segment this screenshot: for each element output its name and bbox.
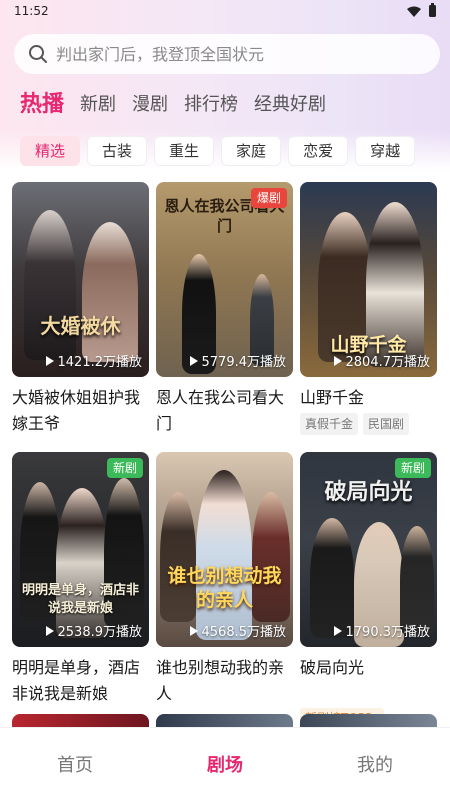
status-bar: 11:52	[0, 0, 450, 22]
poster-art-title: 大婚被休	[40, 314, 121, 338]
play-icon	[189, 355, 198, 366]
poster-figure	[400, 526, 434, 636]
status-time: 11:52	[14, 4, 49, 18]
play-icon	[45, 355, 54, 366]
new-badge: 新剧	[106, 458, 143, 478]
drama-tag: 真假千金	[300, 413, 359, 435]
nav-home[interactable]: 首页	[25, 751, 125, 777]
nav-theater[interactable]: 剧场	[175, 751, 275, 777]
drama-title[interactable]: 谁也别想动我的亲人	[156, 655, 293, 707]
drama-poster[interactable]: 大婚被休 1421.2万播放	[12, 182, 149, 377]
status-icons	[407, 3, 436, 17]
play-count: 5779.4万播放	[189, 351, 287, 370]
drama-card[interactable]: 山野千金 2804.7万播放 山野千金 真假千金 民国剧	[300, 182, 437, 437]
play-icon	[333, 355, 342, 366]
drama-title[interactable]: 破局向光	[300, 655, 437, 707]
poster-art-title: 破局向光	[324, 479, 413, 505]
play-icon	[189, 625, 198, 636]
search-input[interactable]	[56, 44, 440, 64]
tab-hot[interactable]: 热播	[20, 90, 64, 120]
play-count: 1421.2万播放	[45, 351, 143, 370]
play-count: 2804.7万播放	[333, 351, 431, 370]
play-count-text: 2538.9万播放	[57, 625, 143, 640]
poster-art-title: 谁也别想动我的亲人	[167, 565, 282, 611]
tab-classics[interactable]: 经典好剧	[254, 90, 326, 120]
play-count: 4568.5万播放	[189, 621, 287, 640]
drama-card[interactable]: 明明是单身，酒店非说我是新娘 新剧 2538.9万播放 明明是单身，酒店非说我是…	[12, 452, 149, 728]
tab-ranking[interactable]: 排行榜	[184, 90, 238, 120]
chip-romance[interactable]: 恋爱	[288, 136, 349, 166]
drama-poster[interactable]: 破局向光 新剧 1790.3万播放	[300, 452, 437, 647]
drama-title[interactable]: 明明是单身，酒店非说我是新娘	[12, 655, 149, 707]
drama-card[interactable]: 恩人在我公司看大门 爆剧 5779.4万播放 恩人在我公司看大门	[156, 182, 293, 437]
poster-figure	[310, 518, 354, 638]
drama-title[interactable]: 大婚被休姐姐护我嫁王爷	[12, 385, 149, 437]
drama-card[interactable]: 大婚被休 1421.2万播放 大婚被休姐姐护我嫁王爷	[12, 182, 149, 437]
drama-poster[interactable]: 明明是单身，酒店非说我是新娘 新剧 2538.9万播放	[12, 452, 149, 647]
tab-comic[interactable]: 漫剧	[132, 90, 168, 120]
drama-title[interactable]: 恩人在我公司看大门	[156, 385, 293, 437]
drama-grid: 大婚被休 1421.2万播放 大婚被休姐姐护我嫁王爷 恩人在我公司看大门 爆剧 …	[12, 182, 438, 728]
wifi-icon	[407, 6, 421, 17]
category-chips: 精选 古装 重生 家庭 恋爱 穿越	[20, 136, 450, 166]
chip-family[interactable]: 家庭	[221, 136, 282, 166]
play-count: 1790.3万播放	[333, 621, 431, 640]
play-count-text: 1790.3万播放	[345, 625, 431, 640]
play-count: 2538.9万播放	[45, 621, 143, 640]
poster-figure	[196, 470, 252, 640]
chip-costume[interactable]: 古装	[87, 136, 148, 166]
bottom-navigation: 首页 剧场 我的	[0, 727, 450, 800]
play-count-text: 4568.5万播放	[201, 625, 287, 640]
poster-figure	[82, 222, 138, 362]
drama-poster[interactable]: 谁也别想动我的亲人 4568.5万播放	[156, 452, 293, 647]
chip-featured[interactable]: 精选	[20, 136, 81, 166]
chip-time-travel[interactable]: 穿越	[355, 136, 416, 166]
new-badge: 新剧	[394, 458, 431, 478]
play-icon	[333, 625, 342, 636]
search-icon	[29, 45, 47, 63]
play-count-text: 1421.2万播放	[57, 355, 143, 370]
tab-new[interactable]: 新剧	[80, 90, 116, 120]
drama-card[interactable]: 谁也别想动我的亲人 4568.5万播放 谁也别想动我的亲人	[156, 452, 293, 728]
drama-tag: 民国剧	[363, 413, 410, 435]
hot-badge: 爆剧	[250, 188, 287, 208]
nav-mine[interactable]: 我的	[325, 751, 425, 777]
play-icon	[45, 625, 54, 636]
drama-card[interactable]: 破局向光 新剧 1790.3万播放 破局向光 新剧榜TOP3 ›	[300, 452, 437, 728]
chip-rebirth[interactable]: 重生	[154, 136, 215, 166]
drama-poster[interactable]: 恩人在我公司看大门 爆剧 5779.4万播放	[156, 182, 293, 377]
battery-icon	[429, 3, 436, 17]
drama-tags: 真假千金 民国剧	[300, 413, 437, 435]
poster-art-title: 明明是单身，酒店非说我是新娘	[21, 583, 139, 616]
play-count-text: 5779.4万播放	[201, 355, 287, 370]
search-bar[interactable]	[14, 34, 440, 74]
drama-poster[interactable]: 山野千金 2804.7万播放	[300, 182, 437, 377]
play-count-text: 2804.7万播放	[345, 355, 431, 370]
main-tabs: 热播 新剧 漫剧 排行榜 经典好剧	[20, 86, 326, 120]
